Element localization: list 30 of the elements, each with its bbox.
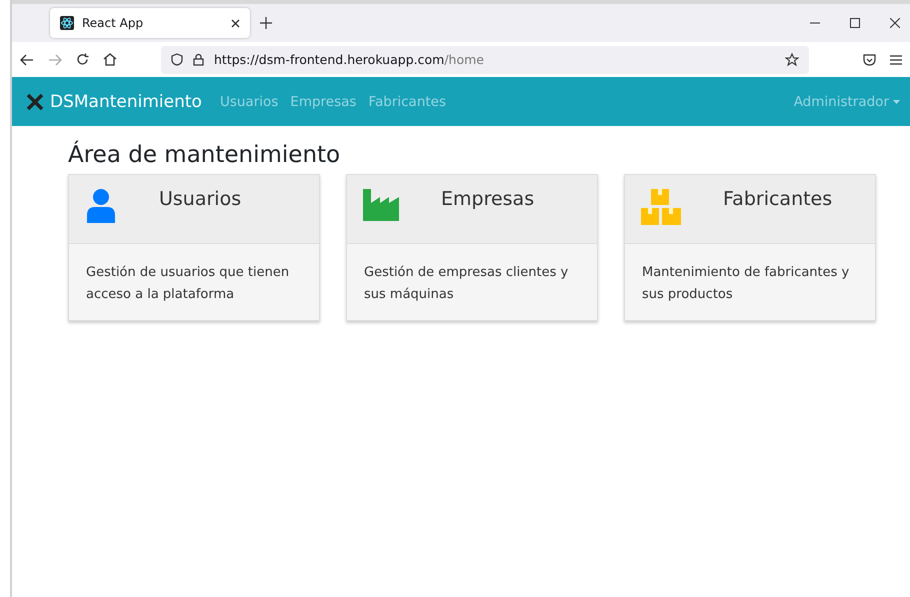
card-description: Gestión de usuarios que tienen acceso a la plataforma bbox=[86, 265, 290, 302]
address-bar[interactable]: https://dsm-frontend.herokuapp.com/home bbox=[161, 46, 809, 74]
module-card[interactable]: Empresas Gestión de empresas clientes y sus máquinas bbox=[346, 174, 598, 321]
reload-icon[interactable] bbox=[76, 53, 89, 66]
shield-icon bbox=[171, 53, 183, 66]
module-card[interactable]: Fabricantes Mantenimiento de fabricantes y sus productos bbox=[624, 174, 876, 321]
module-card[interactable]: Usuarios Gestión de usuarios que tienen acceso a la plataforma bbox=[68, 174, 320, 321]
menu-icon[interactable] bbox=[890, 54, 902, 64]
page-title: Área de mantenimiento bbox=[68, 142, 342, 168]
card-description: Gestión de empresas clientes y sus máquinas bbox=[364, 265, 568, 302]
browser-tab[interactable]: React App bbox=[50, 8, 250, 38]
card-title: Usuarios bbox=[159, 188, 242, 210]
star-icon[interactable] bbox=[785, 52, 799, 66]
user-icon bbox=[85, 189, 117, 223]
card-title: Empresas bbox=[441, 188, 534, 210]
close-icon[interactable] bbox=[231, 18, 240, 28]
back-icon[interactable] bbox=[20, 54, 34, 66]
boxes-icon bbox=[641, 189, 681, 225]
atom-icon bbox=[60, 16, 74, 30]
factory-icon bbox=[363, 189, 399, 221]
caret-icon bbox=[893, 100, 900, 104]
card-title: Fabricantes bbox=[723, 188, 832, 210]
url-text: https://dsm-frontend.herokuapp.com/home bbox=[214, 52, 484, 67]
pocket-icon[interactable] bbox=[863, 54, 876, 66]
close-icon[interactable] bbox=[890, 18, 900, 28]
lock-icon bbox=[193, 53, 204, 66]
home-icon[interactable] bbox=[103, 53, 117, 66]
maximize-icon[interactable] bbox=[850, 18, 860, 28]
plus-icon[interactable] bbox=[260, 17, 272, 29]
card-description: Mantenimiento de fabricantes y sus productos bbox=[642, 265, 850, 302]
